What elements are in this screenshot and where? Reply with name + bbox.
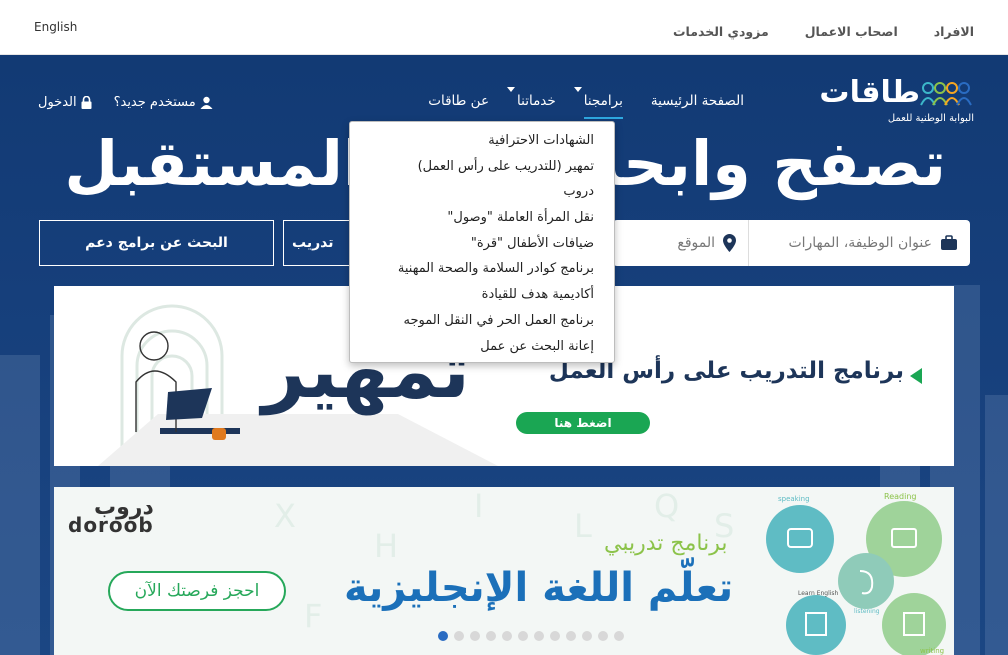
book-now-label: احجز فرصتك الآن [134,581,260,601]
carousel-dot[interactable] [534,631,544,641]
logo-word: طاقات [819,75,921,110]
dropdown-item-certifications[interactable]: الشهادات الاحترافية [350,128,614,154]
carousel-dot[interactable] [566,631,576,641]
carousel-dot[interactable] [582,631,592,641]
green-arrow-icon [910,368,922,384]
carousel-dot[interactable] [518,631,528,641]
people-logo-icon [920,82,972,106]
account-links: مستخدم جديد؟ الدخول [38,95,213,110]
dropdown-item-freelance[interactable]: برنامج العمل الحر في النقل الموجه [350,308,614,334]
nav-item-home[interactable]: الصفحة الرئيسية [651,93,744,119]
support-programs-label: البحث عن برامج دعم [85,235,228,251]
chevron-down-icon [507,87,516,92]
hero-headline-tail: المستقبل [64,127,365,200]
carousel-dot[interactable] [470,631,480,641]
carousel-dot[interactable] [550,631,560,641]
login-link[interactable]: الدخول [38,95,92,110]
job-title-placeholder: عنوان الوظيفة، المهارات [788,235,932,251]
person-illustration [135,331,212,432]
dropdown-item-job-search-aid[interactable]: إعانة البحث عن عمل [350,334,614,360]
svg-text:X: X [274,497,296,535]
skill-reading: Reading [884,492,916,501]
audience-link-individuals[interactable]: الافراد [934,24,974,39]
briefcase-icon [941,235,957,250]
carousel-dot[interactable] [598,631,608,641]
hero-headline-text: تصفح وابحث [557,127,947,200]
book-now-button[interactable]: احجز فرصتك الآن [108,571,286,611]
svg-text:H: H [374,527,398,565]
audience-links: الافراد اصحاب الاعمال مزودي الخدمات [673,24,974,39]
nav-item-services-label: خدماتنا [517,93,556,109]
training-search-label: تدريب [292,235,334,251]
audience-link-employers[interactable]: اصحاب الاعمال [805,24,898,39]
login-label: الدخول [38,95,77,110]
top-bar: English الافراد اصحاب الاعمال مزودي الخد… [0,0,1008,55]
taqat-logo[interactable]: طاقات البوابة الوطنية للعمل [809,75,974,127]
main-nav: طاقات البوابة الوطنية للعمل الصفحة الرئي… [0,55,1008,125]
nav-item-programs[interactable]: برامجنا [573,87,623,119]
support-programs-button[interactable]: البحث عن برامج دعم [39,220,274,266]
dropdown-item-academy[interactable]: أكاديمية هدف للقيادة [350,282,614,308]
program-label: برنامج تدريبي [604,531,728,556]
main-menu: الصفحة الرئيسية برامجنا خدماتنا عن طاقات [428,87,744,119]
carousel-dot[interactable] [454,631,464,641]
doroob-logo-english: doroob [68,513,154,537]
skills-illustration: speaking Reading listening Learn English… [766,492,946,655]
audience-link-providers[interactable]: مزودي الخدمات [673,24,769,39]
svg-text:F: F [304,597,322,635]
nav-item-services[interactable]: خدماتنا [507,87,556,119]
language-switch[interactable]: English [34,20,77,34]
skill-learn-english: Learn English [798,590,839,597]
carousel-dot[interactable] [502,631,512,641]
job-title-field[interactable]: عنوان الوظيفة، المهارات [748,220,970,266]
tamheer-cta-label: اضغط هنا [554,416,612,430]
dropdown-item-safety[interactable]: برنامج كوادر السلامة والصحة المهنية [350,256,614,282]
dropdown-item-wusool[interactable]: نقل المرأة العاملة "وصول" [350,205,614,231]
logo-subtitle: البوابة الوطنية للعمل [887,113,974,124]
svg-text:Q: Q [654,487,679,525]
doroob-banner[interactable]: X H I L Q S C F دروب doroob برنامج تدريب… [54,487,954,655]
skill-speaking: speaking [778,495,810,503]
tamheer-cta-button[interactable]: اضغط هنا [516,412,650,434]
nav-item-programs-label: برامجنا [583,93,623,109]
job-search-bar: عنوان الوظيفة، المهارات الموقع [613,220,970,266]
new-user-label: مستخدم جديد؟ [113,95,196,110]
skill-listening: listening [854,608,880,615]
location-pin-icon [723,234,736,252]
carousel-dots [438,631,624,641]
learn-english-title: تعلّم اللغة الإنجليزية [344,565,734,611]
svg-text:I: I [474,487,483,525]
new-user-link[interactable]: مستخدم جديد؟ [114,95,213,110]
user-icon [200,96,213,109]
nav-item-about[interactable]: عن طاقات [428,93,489,119]
dropdown-item-tamheer[interactable]: تمهير (للتدريب على رأس العمل) [350,154,614,180]
chevron-down-icon [573,87,582,92]
svg-text:L: L [574,507,592,545]
programs-dropdown: الشهادات الاحترافية تمهير (للتدريب على ر… [349,121,615,363]
dropdown-item-doroob[interactable]: دروب [350,179,614,205]
lock-icon [81,96,92,109]
location-field[interactable]: الموقع [613,220,748,266]
location-placeholder: الموقع [677,235,715,251]
skill-writing: writing [920,647,944,655]
carousel-dot[interactable] [438,631,448,641]
dropdown-item-qurra[interactable]: ضيافات الأطفال "قرة" [350,231,614,257]
training-search-button[interactable]: تدريب [283,220,355,266]
carousel-dot[interactable] [614,631,624,641]
carousel-dot[interactable] [486,631,496,641]
